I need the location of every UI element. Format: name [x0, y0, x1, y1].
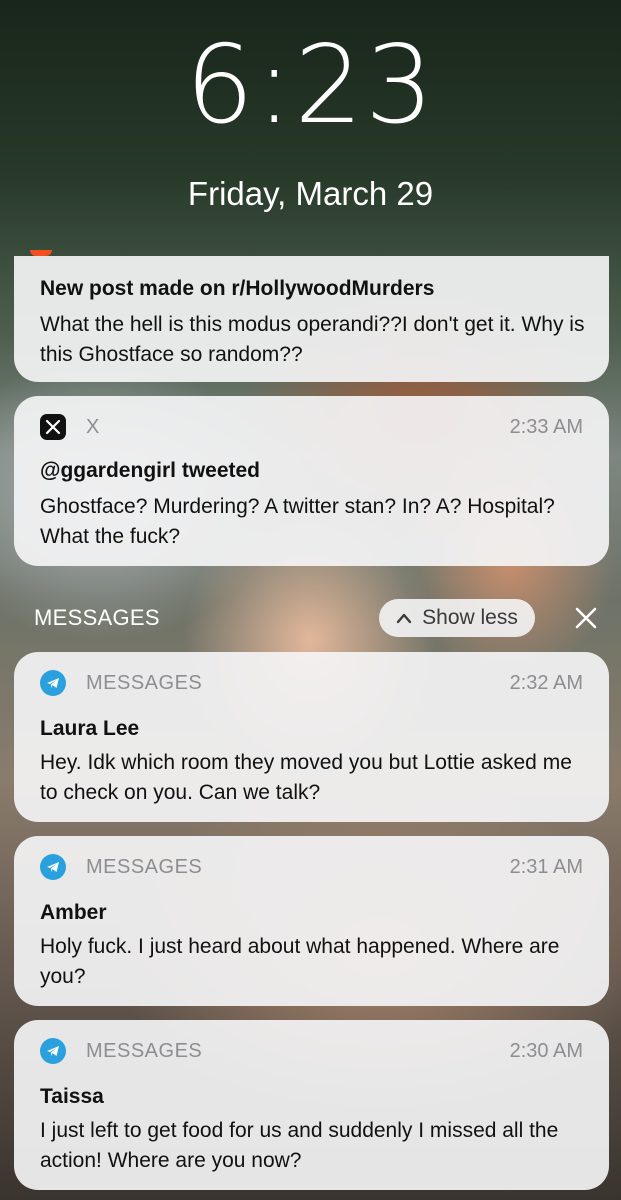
app-name: X	[86, 415, 100, 438]
notification-body: What the hell is this modus operandi??I …	[40, 313, 585, 366]
close-icon[interactable]	[571, 603, 601, 633]
messages-group-header: MESSAGES Show less	[34, 599, 601, 637]
group-label: MESSAGES	[34, 605, 160, 630]
message-body: Holy fuck. I just heard about what happe…	[40, 935, 560, 988]
notification-header: X 2:33 AM	[40, 412, 583, 442]
app-name: MESSAGES	[86, 671, 203, 694]
message-notification[interactable]: MESSAGES 2:30 AM Taissa I just left to g…	[14, 1020, 609, 1190]
message-body: Hey. Idk which room they moved you but L…	[40, 751, 572, 804]
notification-time: 2:31 AM	[509, 855, 583, 878]
message-notification[interactable]: MESSAGES 2:32 AM Laura Lee Hey. Idk whic…	[14, 652, 609, 822]
notification-header: MESSAGES 2:32 AM	[40, 668, 583, 698]
notification-title: New post made on r/HollywoodMurders	[40, 277, 435, 300]
notification-title: @ggardengirl tweeted	[40, 459, 261, 482]
sender-name: Taissa	[40, 1085, 104, 1108]
app-name: MESSAGES	[86, 1039, 203, 1062]
lockscreen-date: Friday, March 29	[187, 175, 434, 212]
notification-time: 2:30 AM	[509, 1039, 583, 1062]
sender-name: Amber	[40, 901, 107, 924]
message-body: I just left to get food for us and sudde…	[40, 1119, 559, 1172]
reddit-notification[interactable]: New post made on r/HollywoodMurders What…	[14, 256, 609, 382]
sender-name: Laura Lee	[40, 717, 140, 740]
reddit-icon	[30, 250, 52, 256]
notification-time: 2:32 AM	[509, 671, 583, 694]
telegram-icon	[40, 670, 66, 696]
show-less-label: Show less	[422, 606, 518, 629]
notification-time: 2:33 AM	[509, 415, 583, 438]
lockscreen-time: 6:23	[185, 23, 436, 148]
message-notification[interactable]: MESSAGES 2:31 AM Amber Holy fuck. I just…	[14, 836, 609, 1006]
chevron-up-icon	[396, 612, 412, 624]
notification-header: MESSAGES 2:31 AM	[40, 852, 583, 882]
app-name: MESSAGES	[86, 855, 203, 878]
show-less-button[interactable]: Show less	[379, 599, 535, 637]
x-logo-icon	[40, 414, 66, 440]
telegram-icon	[40, 1038, 66, 1064]
notification-header: MESSAGES 2:30 AM	[40, 1036, 583, 1066]
telegram-icon	[40, 854, 66, 880]
x-notification[interactable]: X 2:33 AM @ggardengirl tweeted Ghostface…	[14, 396, 609, 566]
notification-body: Ghostface? Murdering? A twitter stan? In…	[40, 495, 555, 548]
